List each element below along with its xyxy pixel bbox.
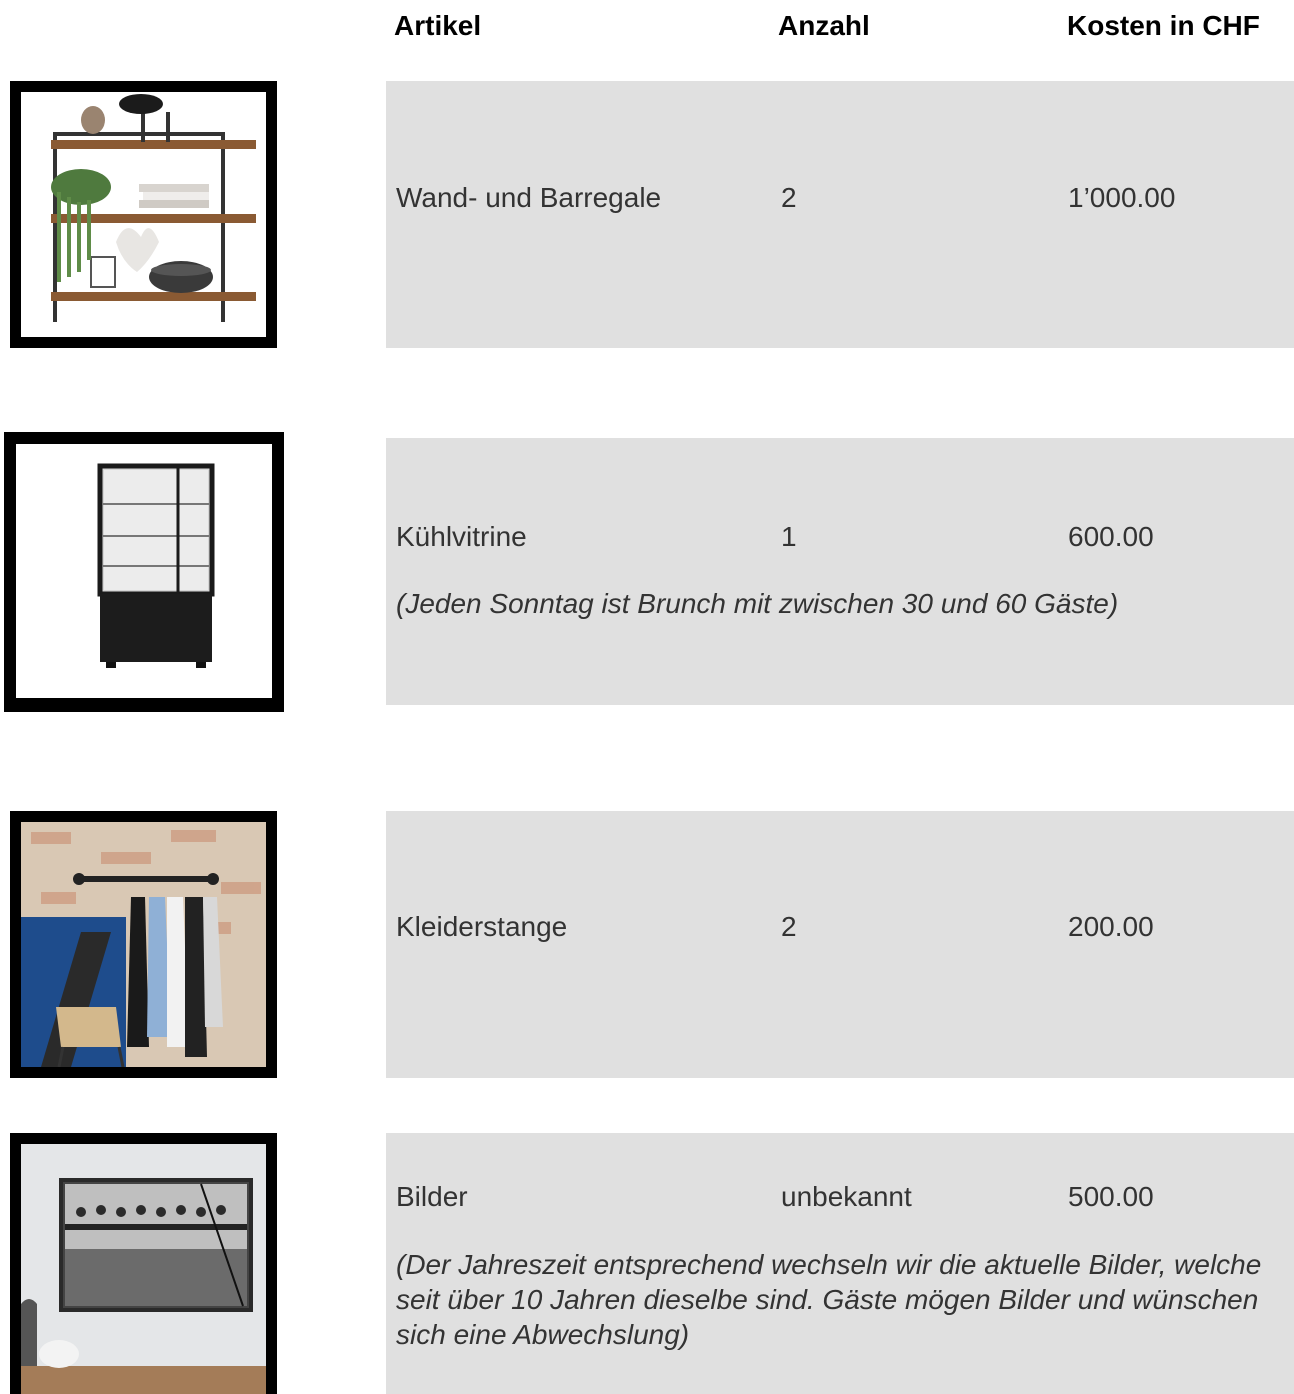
table-row: Bilder unbekannt 500.00 (Der Jahreszeit …	[386, 1133, 1294, 1394]
anzahl-cell: 1	[781, 521, 797, 552]
display-fridge-image	[4, 432, 284, 712]
kosten-cell: 1’000.00	[1068, 182, 1176, 213]
anzahl-cell: 2	[781, 911, 797, 942]
table-row: Kühlvitrine 1 600.00 (Jeden Sonntag ist …	[386, 438, 1294, 705]
row-note: (Der Jahreszeit entsprechend wechseln wi…	[396, 1249, 1262, 1350]
kosten-cell: 500.00	[1068, 1181, 1154, 1212]
row-note: (Jeden Sonntag ist Brunch mit zwischen 3…	[396, 588, 1119, 619]
artikel-cell: Kleiderstange	[396, 911, 568, 942]
anzahl-cell: unbekannt	[781, 1181, 912, 1212]
artikel-cell: Wand- und Barregale	[396, 182, 662, 213]
pictures-image	[10, 1133, 277, 1394]
table-row: Wand- und Barregale 2 1’000.00	[386, 81, 1294, 348]
artikel-cell: Kühlvitrine	[396, 521, 527, 552]
clothes-rack-image	[10, 811, 277, 1078]
shelf-image	[10, 81, 277, 348]
header-anzahl: Anzahl	[778, 10, 870, 41]
table-row: Kleiderstange 2 200.00	[386, 811, 1294, 1078]
artikel-cell: Bilder	[396, 1181, 468, 1212]
kosten-cell: 200.00	[1068, 911, 1154, 942]
header-kosten: Kosten in CHF	[1067, 10, 1260, 41]
header-artikel: Artikel	[394, 10, 482, 41]
anzahl-cell: 2	[781, 182, 797, 213]
kosten-cell: 600.00	[1068, 521, 1154, 552]
